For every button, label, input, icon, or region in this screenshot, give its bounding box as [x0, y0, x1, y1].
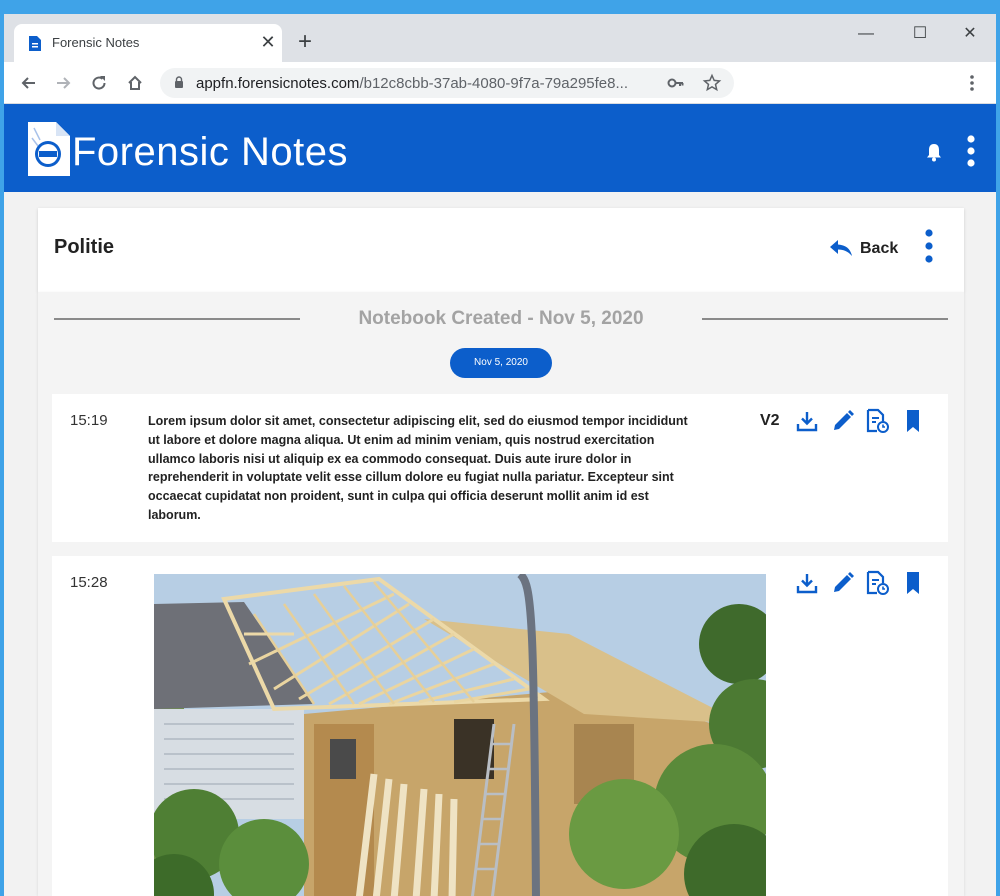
- app-menu-icon[interactable]: [964, 134, 978, 168]
- key-icon[interactable]: [666, 73, 686, 93]
- bookmark-icon[interactable]: [900, 570, 926, 596]
- browser-menu-icon[interactable]: [962, 70, 982, 96]
- edit-pencil-icon[interactable]: [830, 408, 856, 434]
- notification-bell-icon[interactable]: [924, 142, 944, 162]
- date-pill[interactable]: Nov 5, 2020: [450, 348, 552, 378]
- url-text: appfn.forensicnotes.com/b12c8cbb-37ab-40…: [196, 75, 656, 92]
- tab-strip: Forensic Notes ✕ + — ☐ ✕: [4, 14, 996, 62]
- back-button-label: Back: [860, 240, 899, 257]
- document-history-icon[interactable]: [864, 570, 890, 596]
- download-icon[interactable]: [794, 570, 820, 596]
- app-header: Forensic Notes: [4, 104, 996, 192]
- notebook-title: Politie: [54, 236, 115, 258]
- notes-feed: Notebook Created - Nov 5, 2020 Nov 5, 20…: [38, 292, 964, 896]
- window-close-button[interactable]: ✕: [950, 22, 990, 46]
- window-maximize-button[interactable]: ☐: [900, 22, 940, 46]
- entry-body: Lorem ipsum dolor sit amet, consectetur …: [148, 414, 688, 522]
- back-button[interactable]: Back: [828, 236, 908, 264]
- bookmark-icon[interactable]: [900, 408, 926, 434]
- browser-tab[interactable]: Forensic Notes ✕: [14, 24, 282, 62]
- note-entry-text: 15:19 Lorem ipsum dolor sit amet, consec…: [52, 394, 948, 542]
- house-construction-photo[interactable]: [154, 574, 766, 896]
- tab-title: Forensic Notes: [52, 35, 140, 50]
- entry-time: 15:28: [70, 574, 108, 591]
- window-minimize-button[interactable]: —: [846, 22, 886, 46]
- reload-icon[interactable]: [86, 70, 112, 96]
- browser-toolbar: appfn.forensicnotes.com/b12c8cbb-37ab-40…: [4, 62, 996, 104]
- reply-arrow-icon: [830, 240, 852, 256]
- home-icon[interactable]: [122, 70, 148, 96]
- forensic-notes-logo-icon: [28, 122, 70, 176]
- forensic-notes-favicon-icon: [29, 36, 41, 51]
- entry-time: 15:19: [70, 412, 108, 429]
- note-entry-photo: 15:28: [52, 556, 948, 896]
- version-badge: V2: [760, 412, 780, 429]
- address-bar[interactable]: appfn.forensicnotes.com/b12c8cbb-37ab-40…: [160, 68, 734, 98]
- main-content: Politie Back Notebook Created - Nov 5, 2…: [4, 192, 996, 896]
- bookmark-star-icon[interactable]: [702, 73, 722, 93]
- document-history-icon[interactable]: [864, 408, 890, 434]
- edit-pencil-icon[interactable]: [830, 570, 856, 596]
- notebook-menu-icon[interactable]: [922, 228, 936, 264]
- download-icon[interactable]: [794, 408, 820, 434]
- url-host: appfn.forensicnotes.com: [196, 75, 360, 92]
- notebook-header-card: Politie Back: [38, 208, 964, 292]
- browser-window: Forensic Notes ✕ + — ☐ ✕ appfn.forensicn…: [4, 14, 996, 896]
- url-path: /b12c8cbb-37ab-4080-9f7a-79a295fe8...: [359, 75, 628, 92]
- notebook-created-label: Notebook Created - Nov 5, 2020: [358, 308, 644, 329]
- new-tab-button[interactable]: +: [294, 30, 316, 54]
- back-arrow-icon[interactable]: [16, 70, 42, 96]
- tab-close-icon[interactable]: ✕: [258, 32, 278, 52]
- lock-icon: [175, 76, 183, 88]
- app-name: Forensic Notes: [72, 130, 348, 174]
- forward-arrow-icon[interactable]: [50, 70, 76, 96]
